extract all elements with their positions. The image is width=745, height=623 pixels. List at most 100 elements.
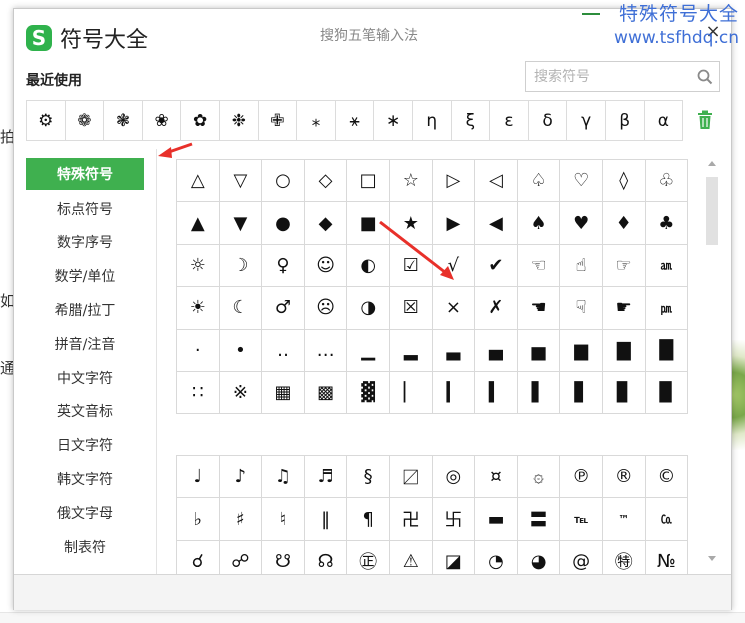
symbol-cell[interactable]: ▌ [517,371,561,415]
symbol-cell[interactable]: ♧ [645,160,689,203]
symbol-cell[interactable]: 〼 [389,456,433,499]
symbol-cell[interactable]: @ [560,540,603,575]
symbol-cell[interactable]: ▃ [432,329,476,372]
symbol-cell[interactable]: ♮ [262,498,305,541]
recent-symbol-cell[interactable]: ✙ [258,100,298,141]
recent-symbol-cell[interactable]: α [644,100,684,141]
recent-symbol-cell[interactable]: ⚙ [27,100,66,141]
symbol-cell[interactable]: ◑ [347,287,390,330]
symbol-cell[interactable]: ♯ [219,498,263,541]
search-input[interactable] [526,62,691,91]
scroll-thumb[interactable] [706,177,718,245]
symbol-cell[interactable]: ℗ [560,456,603,499]
symbol-cell[interactable]: ☑ [389,244,433,288]
symbol-cell[interactable]: ◊ [602,160,646,203]
search-icon[interactable] [697,69,713,85]
recent-symbol-cell[interactable]: ✿ [181,100,220,141]
sidebar-item-3[interactable]: 数字序号 [26,226,144,260]
symbol-cell[interactable]: ⚠ [389,540,433,575]
sidebar-item-2[interactable]: 标点符号 [26,192,144,226]
recent-symbol-cell[interactable]: ∗ [374,100,413,141]
symbol-cell[interactable]: ♡ [560,160,603,203]
symbol-cell[interactable]: ☒ [389,287,433,330]
symbol-cell[interactable]: ☍ [219,540,263,575]
sidebar-item-11[interactable]: 俄文字母 [26,496,144,530]
recent-symbol-cell[interactable]: δ [528,100,568,141]
symbol-cell[interactable]: © [645,456,689,499]
symbol-cell[interactable]: ▁ [347,329,390,372]
symbol-cell[interactable]: ◆ [304,202,348,245]
symbol-cell[interactable]: ◐ [347,244,390,288]
symbol-cell[interactable]: ¤ [475,456,518,499]
symbol-cell[interactable]: ▇ [602,329,646,372]
symbol-cell[interactable]: ♣ [645,202,689,245]
symbol-cell[interactable]: ▼ [219,202,263,245]
sidebar-item-7[interactable]: 中文字符 [26,361,144,395]
sidebar-item-12[interactable]: 制表符 [26,530,144,564]
symbol-cell[interactable]: ♤ [517,160,561,203]
recent-symbol-cell[interactable]: β [605,100,645,141]
symbol-cell[interactable]: ♪ [219,456,263,499]
symbol-cell[interactable]: · [177,329,220,372]
symbol-cell[interactable]: ‥ [262,329,305,372]
symbol-cell[interactable]: ▬ [475,498,518,541]
symbol-cell[interactable]: ✗ [475,287,518,330]
sidebar-item-8[interactable]: 英文音标 [26,395,144,429]
symbol-cell[interactable]: ☀ [177,287,220,330]
symbol-cell[interactable]: • [219,329,263,372]
symbol-cell[interactable]: ☼ [177,244,220,288]
symbol-cell[interactable]: ▽ [219,160,263,203]
symbol-cell[interactable]: ‖ [304,498,348,541]
symbol-cell[interactable]: ▄ [475,329,518,372]
symbol-cell[interactable]: ▎ [432,371,476,415]
symbol-cell[interactable]: √ [432,244,476,288]
sidebar-item-4[interactable]: 数学/单位 [26,259,144,293]
symbol-cell[interactable]: × [432,287,476,330]
symbol-cell[interactable]: 卐 [432,498,476,541]
symbol-cell[interactable]: ◀ [475,202,518,245]
symbol-cell[interactable]: ● [262,202,305,245]
symbol-cell[interactable]: ㊕ [602,540,646,575]
symbol-cell[interactable]: ◪ [432,540,476,575]
symbol-cell[interactable]: ♂ [262,287,305,330]
symbol-cell[interactable]: ㏘ [645,287,689,330]
symbol-cell[interactable]: ◎ [432,456,476,499]
symbol-cell[interactable]: ▍ [475,371,518,415]
symbol-cell[interactable]: △ [177,160,220,203]
symbol-cell[interactable]: ☺ [304,244,348,288]
symbol-cell[interactable]: … [304,329,348,372]
symbol-cell[interactable]: ۞ [517,456,561,499]
recent-symbol-cell[interactable]: ε [490,100,529,141]
symbol-cell[interactable]: ☜ [517,244,561,288]
symbol-cell[interactable]: ▦ [262,371,305,415]
symbol-cell[interactable]: § [347,456,390,499]
symbol-cell[interactable]: ☞ [602,244,646,288]
symbol-cell[interactable]: ♠ [517,202,561,245]
symbol-cell[interactable]: ♥ [560,202,603,245]
sidebar-item-9[interactable]: 日文字符 [26,428,144,462]
symbol-cell[interactable]: ※ [219,371,263,415]
symbol-cell[interactable]: ™ [602,498,646,541]
symbol-cell[interactable]: ▆ [560,329,603,372]
symbol-cell[interactable]: ® [602,456,646,499]
symbol-cell[interactable]: ℡ [560,498,603,541]
symbol-cell[interactable]: ▋ [560,371,603,415]
symbol-cell[interactable]: ☊ [304,540,348,575]
symbol-cell[interactable]: ♭ [177,498,220,541]
symbol-cell[interactable]: ☾ [219,287,263,330]
symbol-cell[interactable]: ♫ [262,456,305,499]
symbol-cell[interactable]: ♦ [602,202,646,245]
symbol-cell[interactable]: ♀ [262,244,305,288]
symbol-cell[interactable]: █ [645,329,689,372]
symbol-cell[interactable]: ◇ [304,160,348,203]
symbol-cell[interactable]: ☹ [304,287,348,330]
symbol-cell[interactable]: ✔ [475,244,518,288]
symbol-cell[interactable]: ▉ [645,371,689,415]
recent-symbol-cell[interactable]: ⚹ [335,100,375,141]
symbol-cell[interactable]: ▊ [602,371,646,415]
vertical-scrollbar[interactable] [705,159,719,565]
symbol-cell[interactable]: ★ [389,202,433,245]
sidebar-item-5[interactable]: 希腊/拉丁 [26,293,144,327]
symbol-cell[interactable]: ■ [347,202,390,245]
symbol-cell[interactable]: ▩ [304,371,348,415]
